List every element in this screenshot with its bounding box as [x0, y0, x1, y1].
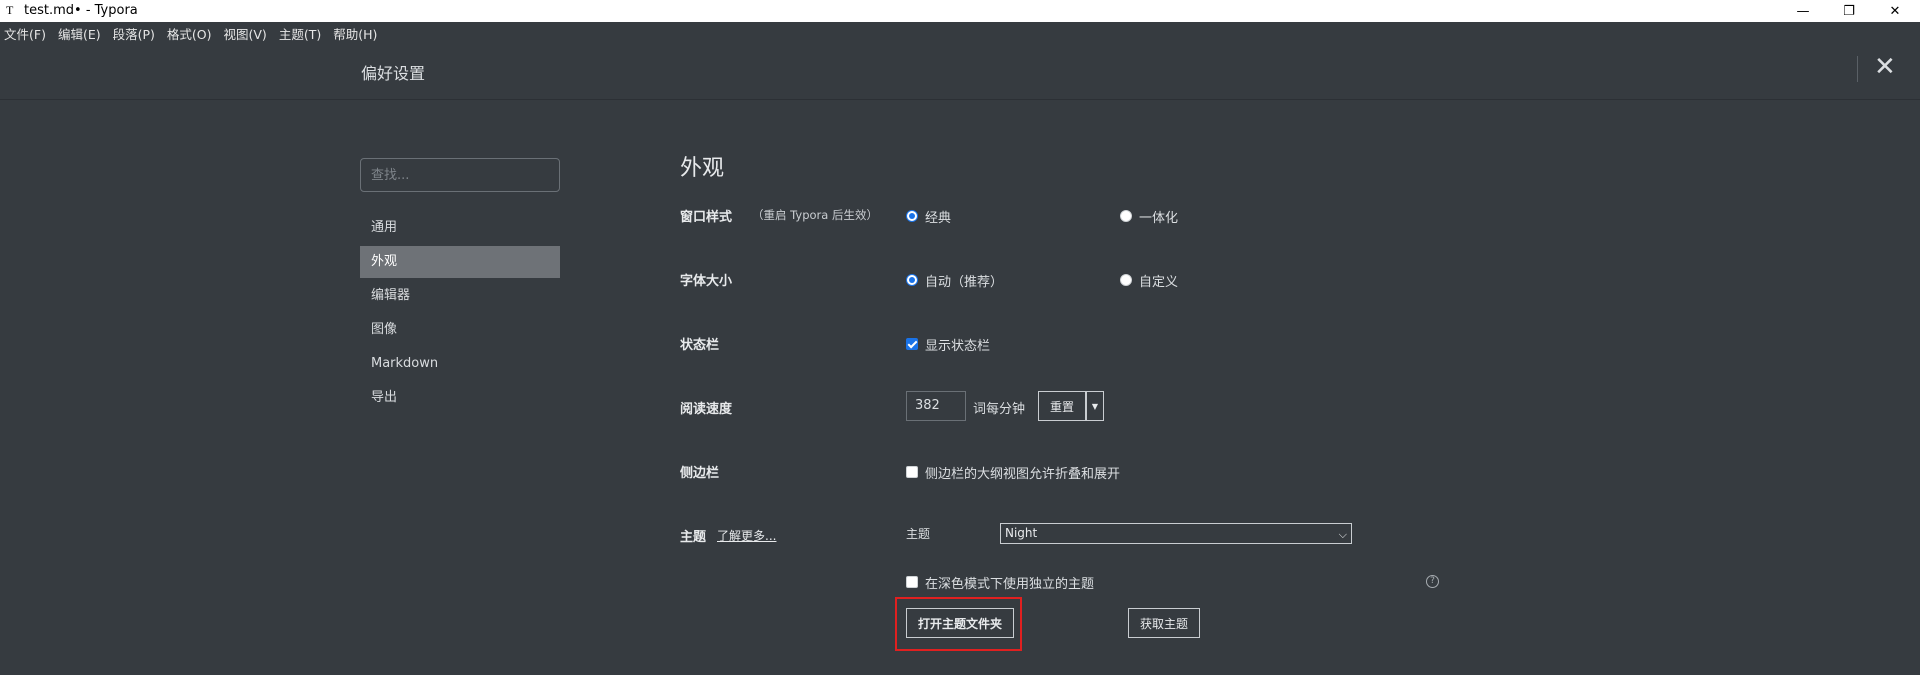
- highlight-box: [895, 597, 1022, 651]
- header-divider: [1857, 56, 1858, 82]
- theme-learn-more-link[interactable]: 了解更多...: [717, 527, 776, 544]
- font-size-custom-radio[interactable]: [1120, 274, 1132, 286]
- font-size-auto-radio[interactable]: [906, 274, 918, 286]
- menu-help[interactable]: 帮助(H): [333, 24, 377, 43]
- reading-speed-input[interactable]: 382: [906, 391, 966, 421]
- window-style-classic-radio[interactable]: [906, 210, 918, 222]
- menu-edit[interactable]: 编辑(E): [58, 24, 101, 43]
- sidebar-outline-collapse-label[interactable]: 侧边栏的大纲视图允许折叠和展开: [925, 463, 1120, 482]
- theme-select-value: Night: [1005, 526, 1038, 540]
- menu-view[interactable]: 视图(V): [224, 24, 267, 43]
- reading-speed-unit: 词每分钟: [973, 402, 1026, 417]
- sidebar-outline-collapse-checkbox[interactable]: [906, 466, 918, 478]
- chevron-down-icon: ⌵: [1338, 528, 1347, 541]
- show-status-bar-label[interactable]: 显示状态栏: [925, 335, 990, 354]
- window-title: test.md• - Typora: [24, 3, 138, 18]
- window-style-note: （重启 Typora 后生效）: [752, 208, 878, 222]
- preferences-header: 偏好设置 ✕: [0, 44, 1920, 100]
- nav-item-general[interactable]: 通用: [360, 212, 560, 244]
- theme-label: 主题: [680, 530, 707, 545]
- minimize-button[interactable]: —: [1780, 0, 1826, 22]
- help-icon[interactable]: ?: [1426, 575, 1439, 588]
- window-style-unibody-radio[interactable]: [1120, 210, 1132, 222]
- preferences-search-input[interactable]: [360, 158, 560, 192]
- window-style-label: 窗口样式: [680, 210, 733, 225]
- dark-mode-theme-checkbox[interactable]: [906, 576, 918, 588]
- window-close-button[interactable]: ✕: [1872, 0, 1918, 22]
- dark-mode-theme-label[interactable]: 在深色模式下使用独立的主题: [925, 573, 1094, 592]
- window-style-unibody-label[interactable]: 一体化: [1139, 207, 1178, 226]
- menu-file[interactable]: 文件(F): [4, 24, 46, 43]
- font-size-label: 字体大小: [680, 274, 733, 289]
- nav-item-markdown[interactable]: Markdown: [360, 348, 560, 380]
- window-titlebar: T test.md• - Typora — ❐ ✕: [0, 0, 1920, 22]
- nav-item-appearance[interactable]: 外观: [360, 246, 560, 278]
- typora-app-icon: T: [6, 3, 14, 17]
- menu-paragraph[interactable]: 段落(P): [113, 24, 155, 43]
- maximize-button[interactable]: ❐: [1826, 0, 1872, 22]
- section-title: 外观: [680, 156, 725, 181]
- font-size-auto-label[interactable]: 自动（推荐）: [925, 271, 1003, 290]
- theme-select[interactable]: Night ⌵: [1000, 523, 1352, 544]
- nav-item-editor[interactable]: 编辑器: [360, 280, 560, 312]
- preferences-title: 偏好设置: [361, 64, 426, 83]
- reading-speed-reset-button[interactable]: 重置: [1038, 391, 1086, 421]
- nav-item-export[interactable]: 导出: [360, 382, 560, 414]
- menu-format[interactable]: 格式(O): [167, 24, 212, 43]
- theme-select-label: 主题: [906, 527, 931, 541]
- font-size-custom-label[interactable]: 自定义: [1139, 271, 1178, 290]
- window-style-classic-label[interactable]: 经典: [925, 207, 951, 226]
- sidebar-setting-label: 侧边栏: [680, 466, 720, 481]
- menu-theme[interactable]: 主题(T): [279, 24, 321, 43]
- show-status-bar-checkbox[interactable]: [906, 338, 918, 350]
- get-themes-button[interactable]: 获取主题: [1128, 608, 1200, 638]
- preferences-close-icon[interactable]: ✕: [1874, 54, 1896, 80]
- status-bar-label: 状态栏: [680, 338, 720, 353]
- reading-speed-label: 阅读速度: [680, 402, 733, 417]
- nav-item-image[interactable]: 图像: [360, 314, 560, 346]
- reading-speed-dropdown-icon[interactable]: ▼: [1086, 391, 1104, 421]
- menu-bar: 文件(F) 编辑(E) 段落(P) 格式(O) 视图(V) 主题(T) 帮助(H…: [0, 22, 1920, 44]
